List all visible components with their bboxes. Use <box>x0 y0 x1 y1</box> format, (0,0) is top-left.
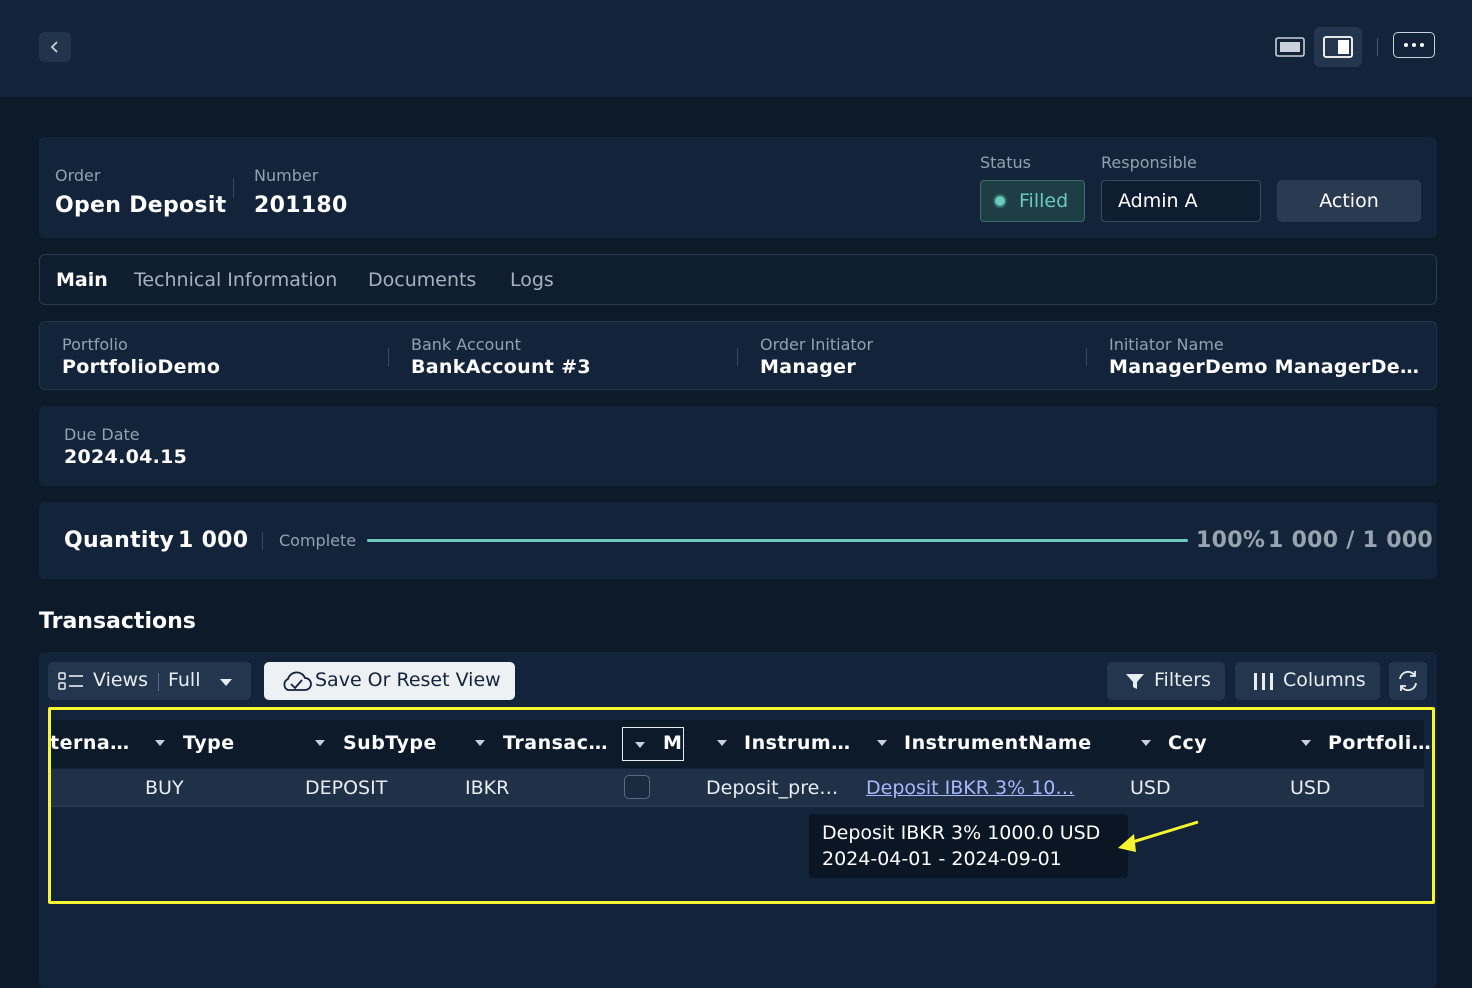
caret-down-icon[interactable] <box>155 740 165 746</box>
cloud-check-icon <box>283 671 312 691</box>
views-dropdown[interactable]: Views Full <box>48 662 251 700</box>
caret-down-icon[interactable] <box>1301 740 1311 746</box>
column-header-m[interactable]: M <box>663 732 682 754</box>
status-dot-icon <box>993 194 1007 208</box>
cell-portfolio: USD <box>1290 777 1331 799</box>
due-date-label: Due Date <box>64 425 140 444</box>
filters-button[interactable]: Filters <box>1107 662 1225 700</box>
cell-subtype: DEPOSIT <box>305 777 388 799</box>
list-view-icon <box>58 672 83 690</box>
tab-technical-information[interactable]: Technical Information <box>134 269 337 291</box>
initiator-name-label: Initiator Name <box>1109 335 1224 354</box>
portfolio-value: PortfolioDemo <box>62 356 221 378</box>
caret-down-icon <box>220 679 232 686</box>
full-view-icon[interactable] <box>1275 36 1305 58</box>
cell-type: BUY <box>145 777 184 799</box>
status-value: Filled <box>1019 190 1069 212</box>
number-label: Number <box>254 166 319 185</box>
toolbar-divider <box>1377 38 1378 56</box>
quantity-status: Complete <box>279 531 357 550</box>
quantity-label: Quantity <box>64 528 175 553</box>
caret-down-icon[interactable] <box>1141 740 1151 746</box>
cell-instrument-name-link[interactable]: Deposit IBKR 3% 10… <box>866 777 1074 799</box>
views-label: Views <box>93 669 148 691</box>
tab-bar: Main Technical Information Documents Log… <box>39 254 1437 305</box>
table-row[interactable]: BUY DEPOSIT IBKR Deposit_pre… Deposit IB… <box>50 769 1424 807</box>
info-divider <box>737 348 738 366</box>
annotation-arrow-icon <box>1118 820 1199 852</box>
bank-account-value: BankAccount #3 <box>411 356 591 378</box>
order-value: Open Deposit <box>55 193 227 218</box>
quantity-progress-bar <box>367 539 1188 542</box>
tooltip-line-2: 2024-04-01 - 2024-09-01 <box>822 848 1062 870</box>
caret-down-icon[interactable] <box>717 740 727 746</box>
responsible-field[interactable]: Admin A <box>1101 180 1261 222</box>
save-or-reset-view-label: Save Or Reset View <box>315 669 501 691</box>
views-divider <box>158 673 159 691</box>
action-button[interactable]: Action <box>1277 180 1421 222</box>
due-date-value: 2024.04.15 <box>64 446 188 468</box>
initiator-name-value: ManagerDemo ManagerDe… <box>1109 356 1420 378</box>
cell-instrument: Deposit_pre… <box>706 777 839 799</box>
bank-account-label: Bank Account <box>411 335 521 354</box>
column-header-instrument[interactable]: Instrum… <box>744 732 851 754</box>
grid-header-right: Instrum… InstrumentName Ccy Portfoli… <box>700 720 1431 768</box>
column-header-external[interactable]: terna… <box>50 732 130 754</box>
caret-down-icon[interactable] <box>877 740 887 746</box>
caret-down-icon[interactable] <box>315 740 325 746</box>
instrument-tooltip: Deposit IBKR 3% 1000.0 USD 2024-04-01 - … <box>809 814 1128 878</box>
quantity-divider <box>262 532 263 550</box>
tab-main[interactable]: Main <box>56 269 108 291</box>
back-button[interactable] <box>39 32 71 62</box>
header-divider <box>233 178 234 198</box>
transactions-panel <box>39 652 1437 988</box>
info-divider <box>388 348 389 366</box>
split-view-icon[interactable] <box>1314 27 1362 67</box>
number-value: 201180 <box>254 193 348 218</box>
column-header-instrument-name[interactable]: InstrumentName <box>904 732 1092 754</box>
caret-down-icon[interactable] <box>635 742 645 748</box>
cell-transaction: IBKR <box>465 777 510 799</box>
filters-label: Filters <box>1154 669 1211 691</box>
top-bar <box>0 0 1472 97</box>
refresh-icon <box>1399 670 1417 692</box>
quantity-progress-text: 1 000 / 1 000 <box>1268 528 1434 553</box>
views-value: Full <box>168 669 201 691</box>
transactions-title: Transactions <box>39 609 196 634</box>
order-label: Order <box>55 166 101 185</box>
order-initiator-label: Order Initiator <box>760 335 874 354</box>
status-label: Status <box>980 153 1031 172</box>
column-header-transaction[interactable]: Transac… <box>503 732 608 754</box>
order-initiator-value: Manager <box>760 356 857 378</box>
column-header-m-box[interactable]: M <box>622 727 684 761</box>
refresh-button[interactable] <box>1389 662 1427 700</box>
column-header-ccy[interactable]: Ccy <box>1168 732 1207 754</box>
caret-down-icon[interactable] <box>475 740 485 746</box>
columns-button[interactable]: Columns <box>1235 662 1380 700</box>
cell-ccy: USD <box>1130 777 1171 799</box>
portfolio-label: Portfolio <box>62 335 128 354</box>
save-or-reset-view-button[interactable]: Save Or Reset View <box>264 662 515 700</box>
responsible-label: Responsible <box>1101 153 1197 172</box>
column-header-portfolio[interactable]: Portfoli… <box>1328 732 1431 754</box>
chevron-left-icon <box>50 41 58 53</box>
responsible-value: Admin A <box>1118 190 1198 212</box>
columns-icon <box>1254 673 1273 690</box>
row-checkbox[interactable] <box>624 775 650 799</box>
filter-icon <box>1126 674 1144 689</box>
column-header-type[interactable]: Type <box>183 732 235 754</box>
column-header-subtype[interactable]: SubType <box>343 732 437 754</box>
info-divider <box>1086 348 1087 366</box>
status-badge[interactable]: Filled <box>980 180 1085 222</box>
due-date-card <box>39 406 1437 486</box>
tab-logs[interactable]: Logs <box>510 269 554 291</box>
more-icon[interactable] <box>1393 32 1435 58</box>
tooltip-line-1: Deposit IBKR 3% 1000.0 USD <box>822 822 1101 844</box>
tab-documents[interactable]: Documents <box>368 269 476 291</box>
quantity-value: 1 000 <box>178 528 249 553</box>
quantity-percent: 100% <box>1196 528 1266 553</box>
columns-label: Columns <box>1283 669 1366 691</box>
